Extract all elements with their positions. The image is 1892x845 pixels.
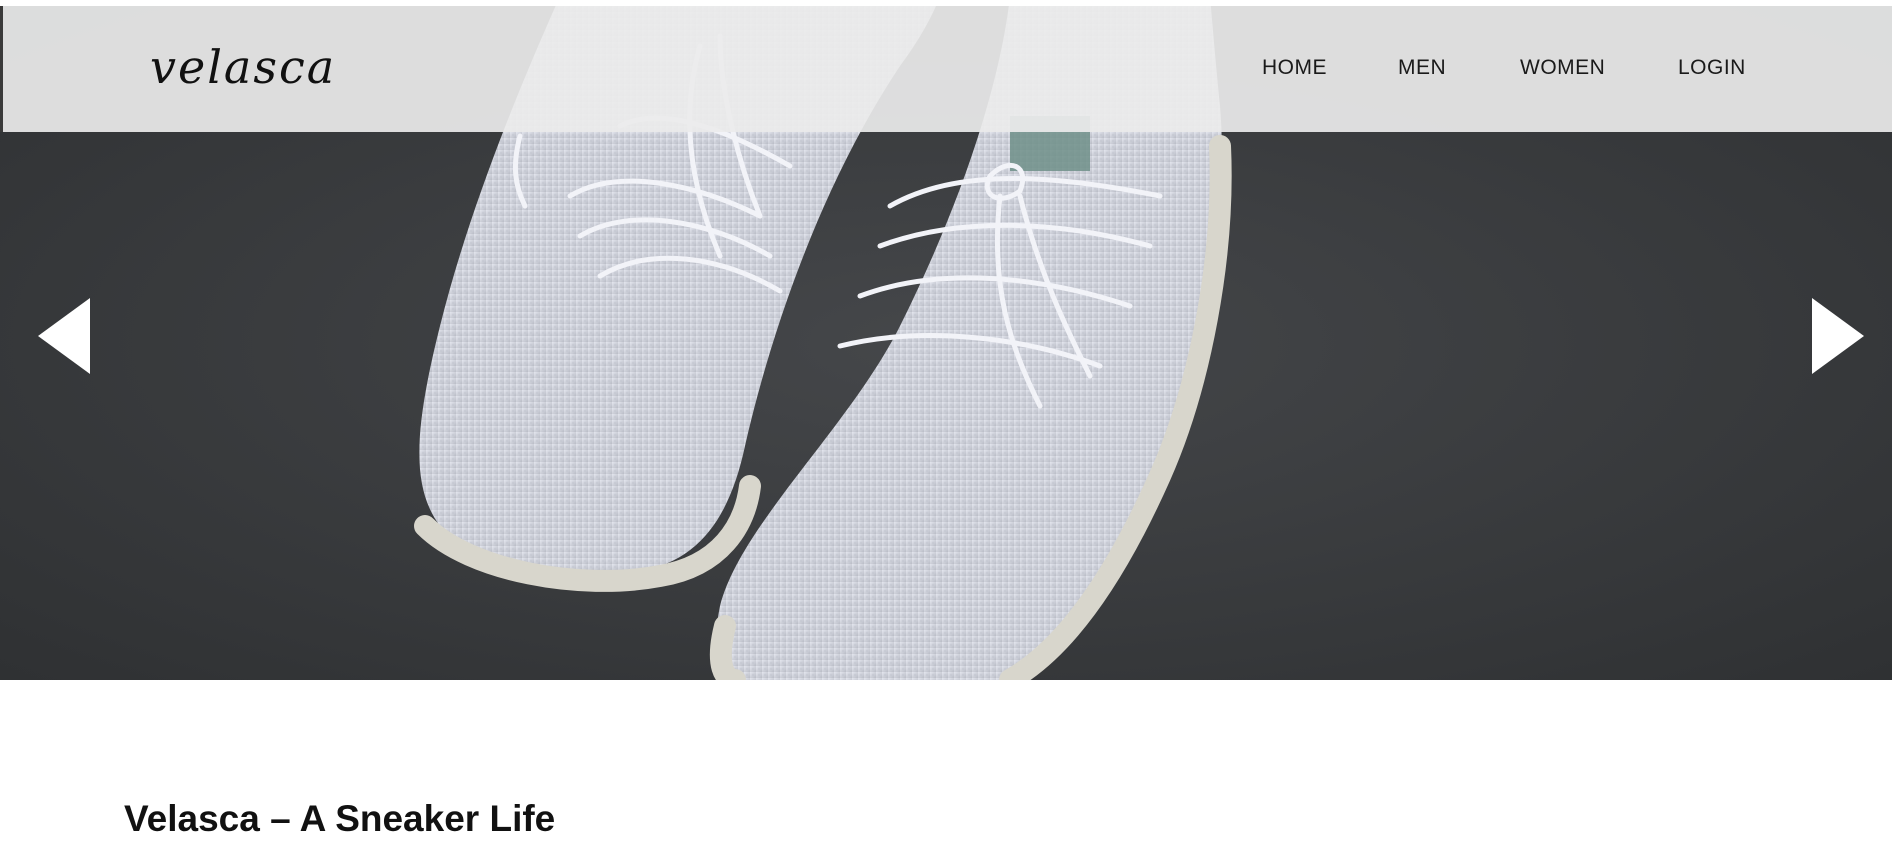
carousel-next-button[interactable] [1812, 298, 1864, 374]
page-title: Velasca – A Sneaker Life [124, 798, 556, 839]
nav-men-link[interactable]: MEN [1398, 57, 1446, 78]
triangle-left-icon [38, 298, 90, 374]
nav-women-link[interactable]: WOMEN [1520, 57, 1605, 78]
brand-logo[interactable]: velasca [150, 44, 336, 90]
top-rule [0, 0, 1892, 6]
page: velasca HOME MEN WOMEN LOGIN Velasca – A… [0, 0, 1892, 845]
navbar: velasca [0, 6, 1892, 132]
nav-login-link[interactable]: LOGIN [1678, 57, 1746, 78]
carousel-prev-button[interactable] [38, 298, 90, 374]
nav-home-link[interactable]: HOME [1262, 57, 1327, 78]
triangle-right-icon [1812, 298, 1864, 374]
navbar-left-edge [0, 6, 3, 132]
